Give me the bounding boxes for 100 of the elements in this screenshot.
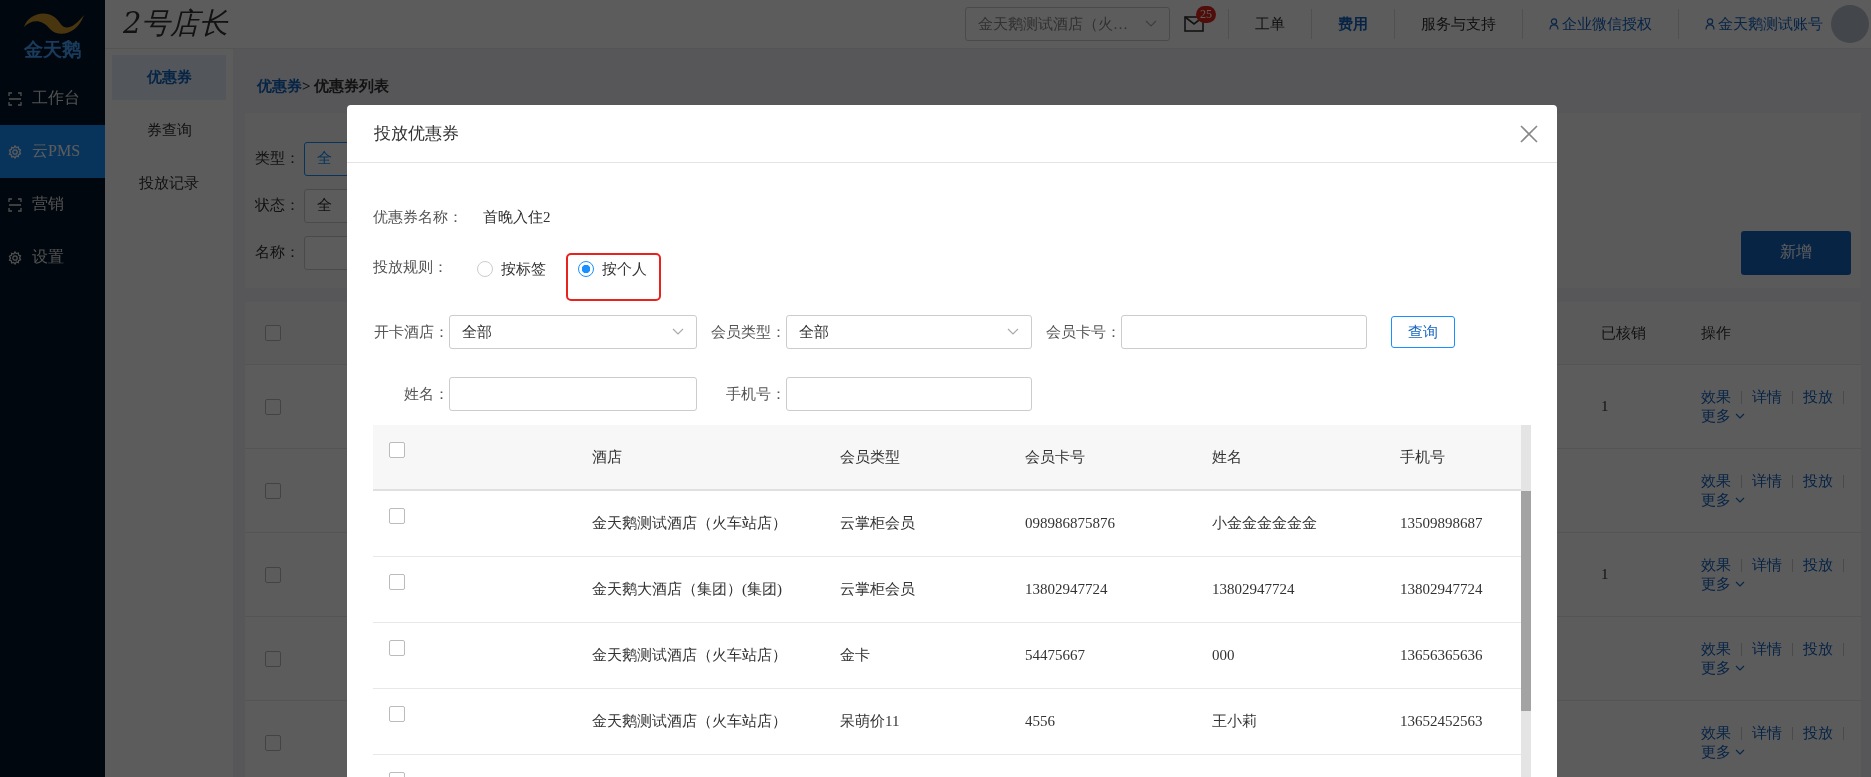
checkbox[interactable] xyxy=(265,482,281,499)
table-cell-text: 金天鹅测试酒店（火车站店） xyxy=(592,514,788,533)
table-cell-text: 4556 xyxy=(1025,713,1056,730)
column-header: 会员类型 xyxy=(840,447,901,467)
sidebar-item[interactable]: 设置 xyxy=(0,231,105,284)
action-link[interactable]: 详情 xyxy=(1752,387,1782,407)
field-label: 姓名： xyxy=(403,384,449,404)
breadcrumb-link[interactable]: 优惠券 xyxy=(257,76,302,96)
table-cell-text: 13802947724 xyxy=(1212,581,1296,598)
table-cell-text: 小金金金金金金 xyxy=(1212,514,1318,533)
subnav-item[interactable]: 券查询 xyxy=(112,108,226,153)
checkbox[interactable] xyxy=(389,706,405,722)
sidebar-item[interactable]: 营销 xyxy=(0,178,105,231)
radio-button[interactable] xyxy=(578,261,594,277)
add-button[interactable]: 新增 xyxy=(1741,230,1851,275)
checkbox[interactable] xyxy=(389,442,405,458)
table-cell-text: 金天鹅测试酒店（火车站店） xyxy=(592,712,788,731)
sidebar-item[interactable]: 云PMS xyxy=(0,125,105,178)
radio-option[interactable]: 按标签 xyxy=(465,253,560,301)
action-link[interactable]: 投放 xyxy=(1803,471,1833,491)
table-cell-text: 云掌柜会员 xyxy=(840,580,916,599)
checkbox[interactable] xyxy=(265,566,281,583)
action-link[interactable]: 详情 xyxy=(1752,555,1782,575)
chevron-down-icon xyxy=(1735,413,1745,419)
table-cell: 1 xyxy=(1601,398,1609,414)
action-link[interactable]: 投放 xyxy=(1803,723,1833,743)
table-cell-text: 13652452563 xyxy=(1400,713,1484,730)
sidebar-item[interactable]: 工作台 xyxy=(0,72,105,125)
checkbox[interactable] xyxy=(265,650,281,667)
chevron-down-icon xyxy=(1735,497,1745,503)
radio-option[interactable]: 按个人 xyxy=(566,253,661,301)
query-button[interactable]: 查询 xyxy=(1391,316,1455,348)
select-field[interactable]: 全部 xyxy=(449,315,697,349)
table-cell-text: 13509898687 xyxy=(1400,515,1484,532)
checkbox[interactable] xyxy=(389,640,405,656)
table-cell-text: 云掌柜会员 xyxy=(840,514,916,533)
column-header: 操作 xyxy=(1701,323,1732,343)
input-field[interactable] xyxy=(786,377,1032,411)
chevron-down-icon xyxy=(1735,749,1745,755)
more-link[interactable]: 更多 xyxy=(1701,742,1745,762)
checkbox[interactable] xyxy=(265,734,281,751)
column-header: 手机号 xyxy=(1400,447,1446,467)
subnav-item[interactable]: 投放记录 xyxy=(112,161,226,206)
table-cell-text: 098986875876 xyxy=(1025,515,1116,532)
table-cell-text: 13802947724 xyxy=(1025,581,1109,598)
checkbox[interactable] xyxy=(265,325,281,341)
table-cell-text: 54475667 xyxy=(1025,647,1086,664)
table-cell-text: 金天鹅大酒店（集团）(集团) xyxy=(592,580,783,599)
action-link[interactable]: 投放 xyxy=(1803,387,1833,407)
more-link[interactable]: 更多 xyxy=(1701,658,1745,678)
action-link[interactable]: 投放 xyxy=(1803,555,1833,575)
field-label: 会员卡号： xyxy=(1045,322,1121,342)
close-icon[interactable] xyxy=(1520,124,1538,143)
action-link[interactable]: 效果 xyxy=(1701,723,1731,743)
avatar[interactable] xyxy=(1831,5,1869,43)
chevron-down-icon xyxy=(1145,20,1157,28)
field-label: 会员类型： xyxy=(710,322,786,342)
action-link[interactable]: 效果 xyxy=(1701,555,1731,575)
breadcrumb-current: > 优惠券列表 xyxy=(302,76,390,96)
table-cell-text: 呆萌价11 xyxy=(840,712,901,731)
person-icon xyxy=(1705,18,1715,30)
input-field[interactable] xyxy=(449,377,697,411)
table-cell-text: 13656365636 xyxy=(1400,647,1484,664)
nav-link[interactable]: 费用 xyxy=(1311,9,1394,39)
chevron-down-icon xyxy=(1735,581,1745,587)
checkbox[interactable] xyxy=(389,574,405,590)
action-link[interactable]: 效果 xyxy=(1701,639,1731,659)
action-link[interactable]: 详情 xyxy=(1752,471,1782,491)
action-link[interactable]: 详情 xyxy=(1752,723,1782,743)
field-label: 投放规则： xyxy=(373,258,449,277)
logo-text: 金天鹅 xyxy=(24,37,81,62)
nav-link[interactable]: 企业微信授权 xyxy=(1522,9,1678,39)
column-header: 酒店 xyxy=(592,447,623,467)
select-field[interactable]: 全部 xyxy=(786,315,1032,349)
gear-icon xyxy=(8,144,22,159)
envelope-icon[interactable] xyxy=(1184,16,1204,32)
scan-icon xyxy=(8,197,22,212)
action-link[interactable]: 详情 xyxy=(1752,639,1782,659)
more-link[interactable]: 更多 xyxy=(1701,574,1745,594)
more-link[interactable]: 更多 xyxy=(1701,406,1745,426)
gear-icon xyxy=(8,250,22,265)
dialog-title: 投放优惠券 xyxy=(374,123,459,145)
action-link[interactable]: 效果 xyxy=(1701,387,1731,407)
subnav-item[interactable]: 优惠券 xyxy=(112,55,226,100)
table-cell: 1 xyxy=(1601,566,1609,582)
input-field[interactable] xyxy=(1121,315,1367,349)
table-cell-text: 000 xyxy=(1212,647,1236,664)
checkbox[interactable] xyxy=(265,398,281,415)
action-link[interactable]: 效果 xyxy=(1701,471,1731,491)
action-link[interactable]: 投放 xyxy=(1803,639,1833,659)
nav-link[interactable]: 服务与支持 xyxy=(1394,9,1522,39)
more-link[interactable]: 更多 xyxy=(1701,490,1745,510)
chevron-down-icon xyxy=(1735,665,1745,671)
coupon-name: 首晚入住2 xyxy=(483,207,551,227)
brand-title: 2号店长 xyxy=(123,5,229,42)
checkbox[interactable] xyxy=(389,508,405,524)
scrollbar[interactable] xyxy=(1521,425,1531,777)
field-label: 优惠券名称： xyxy=(373,207,464,227)
nav-link[interactable]: 工单 xyxy=(1228,9,1311,39)
filter-label: 状态： xyxy=(255,196,300,215)
